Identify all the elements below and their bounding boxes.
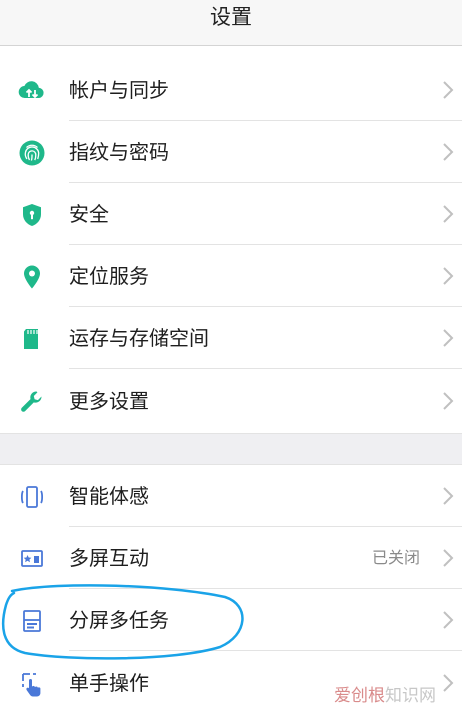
fingerprint-icon: [18, 139, 46, 167]
watermark-brand: 爱创根: [334, 686, 385, 706]
settings-item-memory-storage[interactable]: 运存与存储空间: [0, 307, 462, 369]
chevron-right-icon: [442, 673, 454, 693]
settings-item-smart-motion[interactable]: 智能体感: [0, 465, 462, 527]
split-screen-icon: [18, 607, 46, 635]
settings-item-label: 多屏互动: [69, 546, 149, 570]
chevron-right-icon: [442, 391, 454, 411]
chevron-right-icon: [442, 610, 454, 630]
settings-item-account-sync[interactable]: 帐户与同步: [0, 59, 462, 121]
status-value: 已关闭: [371, 548, 420, 567]
settings-item-split-screen[interactable]: 分屏多任务: [0, 589, 462, 651]
settings-item-location[interactable]: 定位服务: [0, 245, 462, 307]
settings-item-label: 定位服务: [69, 264, 149, 288]
section-separator: [0, 433, 462, 465]
settings-item-fingerprint-password[interactable]: 指纹与密码: [0, 121, 462, 183]
settings-item-label: 运存与存储空间: [69, 326, 209, 350]
app-header: 设置: [0, 0, 462, 46]
one-hand-icon: [18, 670, 46, 698]
watermark: 爱创根知识网: [334, 681, 436, 706]
wrench-icon: [18, 388, 46, 416]
chevron-right-icon: [442, 548, 454, 568]
settings-item-security[interactable]: 安全: [0, 183, 462, 245]
chevron-right-icon: [442, 266, 454, 286]
chevron-right-icon: [442, 142, 454, 162]
settings-item-label: 安全: [69, 202, 109, 226]
row-divider: [69, 650, 462, 651]
cast-screen-icon: [18, 545, 46, 573]
sd-card-icon: [18, 325, 46, 353]
cloud-sync-icon: [18, 77, 46, 105]
watermark-site: 知识网: [385, 686, 436, 706]
settings-item-label: 指纹与密码: [69, 140, 169, 164]
settings-item-label: 分屏多任务: [69, 608, 169, 632]
settings-item-multi-screen[interactable]: 多屏互动 已关闭: [0, 527, 462, 589]
chevron-right-icon: [442, 328, 454, 348]
settings-item-label: 更多设置: [69, 389, 149, 413]
settings-item-label: 单手操作: [69, 671, 149, 695]
row-divider: [69, 368, 462, 369]
settings-item-label: 帐户与同步: [69, 78, 169, 102]
shield-icon: [18, 201, 46, 229]
phone-motion-icon: [18, 483, 46, 511]
settings-item-label: 智能体感: [69, 484, 149, 508]
chevron-right-icon: [442, 486, 454, 506]
chevron-right-icon: [442, 80, 454, 100]
location-pin-icon: [18, 263, 46, 291]
page-title: 设置: [210, 5, 252, 29]
settings-item-more-settings[interactable]: 更多设置: [0, 370, 462, 432]
chevron-right-icon: [442, 204, 454, 224]
